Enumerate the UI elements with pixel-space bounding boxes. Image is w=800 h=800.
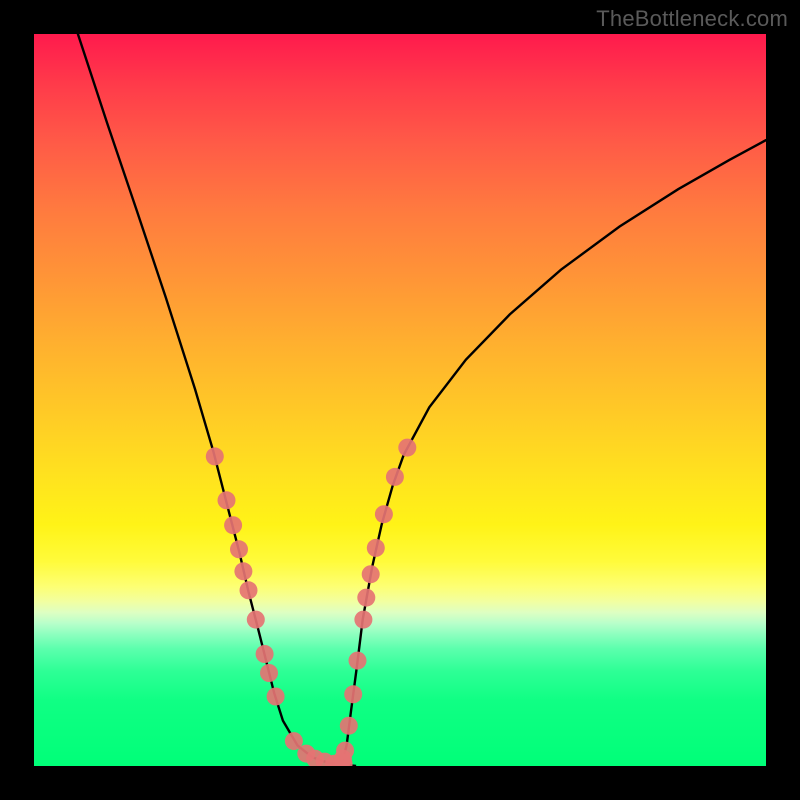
plot-area: [34, 34, 766, 766]
marker-dot: [367, 539, 385, 557]
marker-dot: [218, 491, 236, 509]
marker-dot: [357, 589, 375, 607]
marker-dot: [386, 468, 404, 486]
marker-dot: [344, 685, 362, 703]
marker-dot: [340, 717, 358, 735]
marker-dot: [260, 664, 278, 682]
chart-frame: TheBottleneck.com: [0, 0, 800, 800]
marker-dot: [206, 447, 224, 465]
marker-dot: [256, 645, 274, 663]
marker-dot: [354, 611, 372, 629]
marker-dot: [234, 562, 252, 580]
marker-dot: [224, 516, 242, 534]
marker-dot: [230, 540, 248, 558]
marker-dot: [267, 688, 285, 706]
markers-group: [206, 439, 416, 766]
marker-dot: [349, 652, 367, 670]
marker-dot: [336, 742, 354, 760]
curve-path: [78, 34, 766, 766]
watermark-text: TheBottleneck.com: [596, 6, 788, 32]
marker-dot: [398, 439, 416, 457]
marker-dot: [240, 581, 258, 599]
marker-dot: [375, 505, 393, 523]
chart-svg: [34, 34, 766, 766]
marker-dot: [362, 565, 380, 583]
marker-dot: [247, 611, 265, 629]
